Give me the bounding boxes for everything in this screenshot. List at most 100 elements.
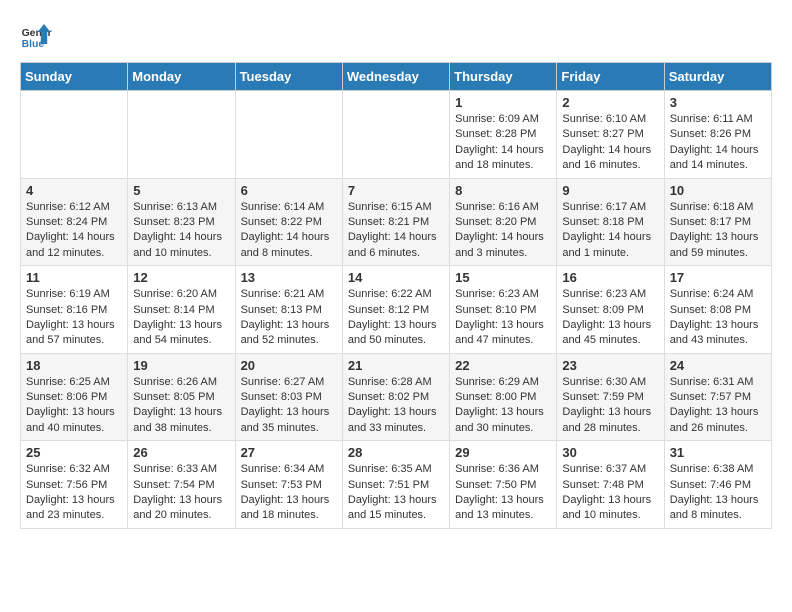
calendar-cell bbox=[128, 91, 235, 179]
day-header-friday: Friday bbox=[557, 63, 664, 91]
day-number: 28 bbox=[348, 445, 444, 460]
calendar-cell: 3 Sunrise: 6:11 AM Sunset: 8:26 PM Daylig… bbox=[664, 91, 771, 179]
calendar-week-row: 25Sunrise: 6:32 AM Sunset: 7:56 PM Dayli… bbox=[21, 441, 772, 529]
day-info: Sunrise: 6:36 AM Sunset: 7:50 PM Dayligh… bbox=[455, 462, 551, 524]
calendar-week-row: 11 Sunrise: 6:19 AM Sunset: 8:16 PM Dayli… bbox=[21, 266, 772, 354]
day-number: 29 bbox=[455, 445, 551, 460]
day-number: 11 bbox=[26, 270, 122, 285]
calendar-cell: 9 Sunrise: 6:17 AM Sunset: 8:18 PM Daylig… bbox=[557, 178, 664, 266]
calendar-cell: 17Sunrise: 6:24 AM Sunset: 8:08 PM Dayli… bbox=[664, 266, 771, 354]
calendar-cell: 21 Sunrise: 6:28 AM Sunset: 8:02 PM Dayli… bbox=[342, 353, 449, 441]
calendar-cell: 22 Sunrise: 6:29 AM Sunset: 8:00 PM Dayli… bbox=[450, 353, 557, 441]
day-info: Sunrise: 6:31 AM Sunset: 7:57 PM Dayligh… bbox=[670, 375, 766, 437]
day-info: Sunrise: 6:33 AM Sunset: 7:54 PM Dayligh… bbox=[133, 462, 229, 524]
day-info: Sunrise: 6:18 AM Sunset: 8:17 PM Dayligh… bbox=[670, 200, 766, 262]
day-number: 5 bbox=[133, 183, 229, 198]
day-number: 25 bbox=[26, 445, 122, 460]
calendar-cell: 6 Sunrise: 6:14 AM Sunset: 8:22 PM Daylig… bbox=[235, 178, 342, 266]
day-header-tuesday: Tuesday bbox=[235, 63, 342, 91]
day-number: 18 bbox=[26, 358, 122, 373]
day-number: 27 bbox=[241, 445, 337, 460]
day-info: Sunrise: 6:19 AM Sunset: 8:16 PM Dayligh… bbox=[26, 287, 122, 349]
day-number: 30 bbox=[562, 445, 658, 460]
day-number: 9 bbox=[562, 183, 658, 198]
calendar-cell: 13 Sunrise: 6:21 AM Sunset: 8:13 PM Dayli… bbox=[235, 266, 342, 354]
calendar-cell: 1 Sunrise: 6:09 AM Sunset: 8:28 PM Daylig… bbox=[450, 91, 557, 179]
calendar-cell bbox=[21, 91, 128, 179]
day-number: 6 bbox=[241, 183, 337, 198]
day-info: Sunrise: 6:10 AM Sunset: 8:27 PM Dayligh… bbox=[562, 112, 658, 174]
calendar-cell: 2Sunrise: 6:10 AM Sunset: 8:27 PM Daylig… bbox=[557, 91, 664, 179]
calendar-body: 1 Sunrise: 6:09 AM Sunset: 8:28 PM Daylig… bbox=[21, 91, 772, 529]
day-info: Sunrise: 6:26 AM Sunset: 8:05 PM Dayligh… bbox=[133, 375, 229, 437]
calendar-table: SundayMondayTuesdayWednesdayThursdayFrid… bbox=[20, 62, 772, 529]
day-number: 21 bbox=[348, 358, 444, 373]
day-number: 19 bbox=[133, 358, 229, 373]
calendar-cell: 12 Sunrise: 6:20 AM Sunset: 8:14 PM Dayli… bbox=[128, 266, 235, 354]
day-header-saturday: Saturday bbox=[664, 63, 771, 91]
day-info: Sunrise: 6:11 AM Sunset: 8:26 PM Dayligh… bbox=[670, 112, 766, 174]
day-header-monday: Monday bbox=[128, 63, 235, 91]
calendar-cell: 11 Sunrise: 6:19 AM Sunset: 8:16 PM Dayli… bbox=[21, 266, 128, 354]
day-info: Sunrise: 6:29 AM Sunset: 8:00 PM Dayligh… bbox=[455, 375, 551, 437]
calendar-cell: 23 Sunrise: 6:30 AM Sunset: 7:59 PM Dayli… bbox=[557, 353, 664, 441]
day-header-wednesday: Wednesday bbox=[342, 63, 449, 91]
day-number: 22 bbox=[455, 358, 551, 373]
calendar-week-row: 1 Sunrise: 6:09 AM Sunset: 8:28 PM Daylig… bbox=[21, 91, 772, 179]
calendar-cell: 26Sunrise: 6:33 AM Sunset: 7:54 PM Dayli… bbox=[128, 441, 235, 529]
day-header-sunday: Sunday bbox=[21, 63, 128, 91]
day-info: Sunrise: 6:23 AM Sunset: 8:10 PM Dayligh… bbox=[455, 287, 551, 349]
calendar-cell: 24 Sunrise: 6:31 AM Sunset: 7:57 PM Dayli… bbox=[664, 353, 771, 441]
day-info: Sunrise: 6:38 AM Sunset: 7:46 PM Dayligh… bbox=[670, 462, 766, 524]
day-info: Sunrise: 6:14 AM Sunset: 8:22 PM Dayligh… bbox=[241, 200, 337, 262]
day-number: 8 bbox=[455, 183, 551, 198]
day-info: Sunrise: 6:28 AM Sunset: 8:02 PM Dayligh… bbox=[348, 375, 444, 437]
day-info: Sunrise: 6:15 AM Sunset: 8:21 PM Dayligh… bbox=[348, 200, 444, 262]
day-number: 24 bbox=[670, 358, 766, 373]
day-number: 14 bbox=[348, 270, 444, 285]
calendar-cell: 30 Sunrise: 6:37 AM Sunset: 7:48 PM Dayli… bbox=[557, 441, 664, 529]
day-info: Sunrise: 6:21 AM Sunset: 8:13 PM Dayligh… bbox=[241, 287, 337, 349]
calendar-cell: 19 Sunrise: 6:26 AM Sunset: 8:05 PM Dayli… bbox=[128, 353, 235, 441]
day-info: Sunrise: 6:27 AM Sunset: 8:03 PM Dayligh… bbox=[241, 375, 337, 437]
day-info: Sunrise: 6:23 AM Sunset: 8:09 PM Dayligh… bbox=[562, 287, 658, 349]
day-info: Sunrise: 6:09 AM Sunset: 8:28 PM Dayligh… bbox=[455, 112, 551, 174]
day-number: 20 bbox=[241, 358, 337, 373]
calendar-week-row: 4Sunrise: 6:12 AM Sunset: 8:24 PM Daylig… bbox=[21, 178, 772, 266]
day-info: Sunrise: 6:25 AM Sunset: 8:06 PM Dayligh… bbox=[26, 375, 122, 437]
day-number: 3 bbox=[670, 95, 766, 110]
calendar-cell: 20 Sunrise: 6:27 AM Sunset: 8:03 PM Dayli… bbox=[235, 353, 342, 441]
day-info: Sunrise: 6:37 AM Sunset: 7:48 PM Dayligh… bbox=[562, 462, 658, 524]
calendar-cell: 27 Sunrise: 6:34 AM Sunset: 7:53 PM Dayli… bbox=[235, 441, 342, 529]
calendar-cell: 10Sunrise: 6:18 AM Sunset: 8:17 PM Dayli… bbox=[664, 178, 771, 266]
calendar-cell: 18 Sunrise: 6:25 AM Sunset: 8:06 PM Dayli… bbox=[21, 353, 128, 441]
day-number: 12 bbox=[133, 270, 229, 285]
day-info: Sunrise: 6:12 AM Sunset: 8:24 PM Dayligh… bbox=[26, 200, 122, 262]
day-header-thursday: Thursday bbox=[450, 63, 557, 91]
day-info: Sunrise: 6:20 AM Sunset: 8:14 PM Dayligh… bbox=[133, 287, 229, 349]
calendar-cell: 28 Sunrise: 6:35 AM Sunset: 7:51 PM Dayli… bbox=[342, 441, 449, 529]
day-info: Sunrise: 6:22 AM Sunset: 8:12 PM Dayligh… bbox=[348, 287, 444, 349]
calendar-cell: 25Sunrise: 6:32 AM Sunset: 7:56 PM Dayli… bbox=[21, 441, 128, 529]
calendar-cell: 15 Sunrise: 6:23 AM Sunset: 8:10 PM Dayli… bbox=[450, 266, 557, 354]
day-number: 1 bbox=[455, 95, 551, 110]
day-number: 15 bbox=[455, 270, 551, 285]
day-info: Sunrise: 6:35 AM Sunset: 7:51 PM Dayligh… bbox=[348, 462, 444, 524]
day-info: Sunrise: 6:17 AM Sunset: 8:18 PM Dayligh… bbox=[562, 200, 658, 262]
calendar-header-row: SundayMondayTuesdayWednesdayThursdayFrid… bbox=[21, 63, 772, 91]
calendar-cell: 29 Sunrise: 6:36 AM Sunset: 7:50 PM Dayli… bbox=[450, 441, 557, 529]
day-info: Sunrise: 6:16 AM Sunset: 8:20 PM Dayligh… bbox=[455, 200, 551, 262]
calendar-cell: 14 Sunrise: 6:22 AM Sunset: 8:12 PM Dayli… bbox=[342, 266, 449, 354]
day-number: 13 bbox=[241, 270, 337, 285]
day-info: Sunrise: 6:30 AM Sunset: 7:59 PM Dayligh… bbox=[562, 375, 658, 437]
calendar-cell: 5 Sunrise: 6:13 AM Sunset: 8:23 PM Daylig… bbox=[128, 178, 235, 266]
day-info: Sunrise: 6:13 AM Sunset: 8:23 PM Dayligh… bbox=[133, 200, 229, 262]
day-number: 31 bbox=[670, 445, 766, 460]
day-number: 23 bbox=[562, 358, 658, 373]
calendar-cell: 16 Sunrise: 6:23 AM Sunset: 8:09 PM Dayli… bbox=[557, 266, 664, 354]
day-info: Sunrise: 6:34 AM Sunset: 7:53 PM Dayligh… bbox=[241, 462, 337, 524]
page-header: General Blue bbox=[20, 20, 772, 52]
calendar-cell: 31 Sunrise: 6:38 AM Sunset: 7:46 PM Dayli… bbox=[664, 441, 771, 529]
calendar-cell bbox=[342, 91, 449, 179]
day-number: 16 bbox=[562, 270, 658, 285]
